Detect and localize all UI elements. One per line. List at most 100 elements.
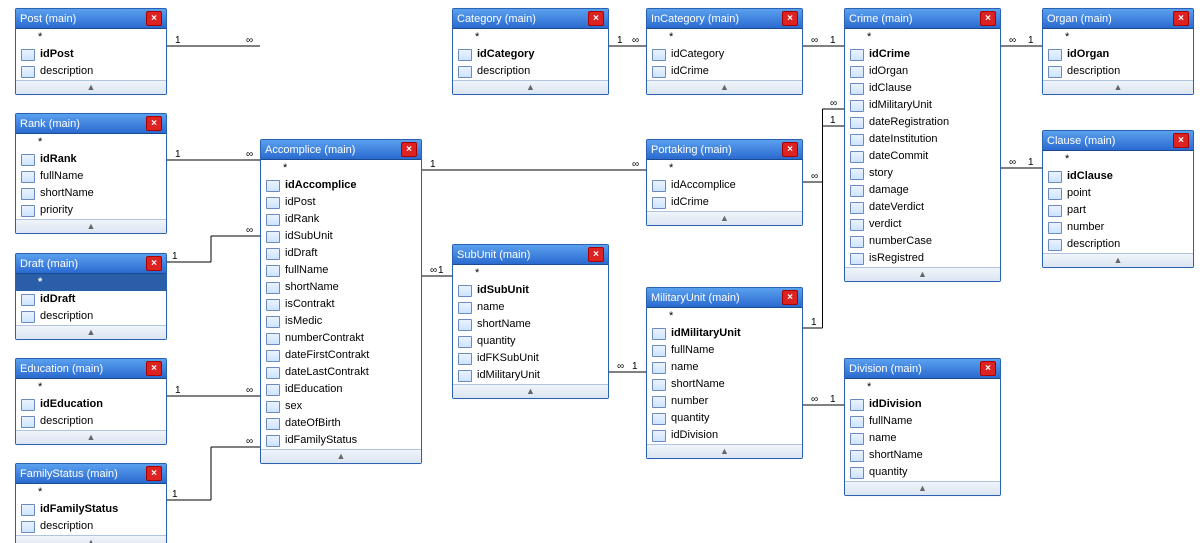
table-subunit[interactable]: SubUnit (main)×*idSubUnitnameshortNamequ…	[452, 244, 609, 399]
table-title[interactable]: Category (main)×	[453, 9, 608, 29]
field-idsubunit[interactable]: idSubUnit	[261, 228, 421, 245]
field-point[interactable]: point	[1043, 185, 1193, 202]
table-footer-collapse[interactable]: ▲	[16, 80, 166, 94]
field-quantity[interactable]: quantity	[647, 410, 802, 427]
field-all-columns[interactable]: *	[845, 29, 1000, 46]
table-title[interactable]: Education (main)×	[16, 359, 166, 379]
field-ideducation[interactable]: idEducation	[261, 381, 421, 398]
field-idcategory[interactable]: idCategory	[647, 46, 802, 63]
field-all-columns[interactable]: *	[1043, 29, 1193, 46]
table-footer-collapse[interactable]: ▲	[453, 80, 608, 94]
close-icon[interactable]: ×	[782, 290, 798, 305]
field-all-columns[interactable]: *	[453, 29, 608, 46]
field-idcrime[interactable]: idCrime	[647, 63, 802, 80]
table-clause[interactable]: Clause (main)×*idClausepointpartnumberde…	[1042, 130, 1194, 268]
field-fullname[interactable]: fullName	[261, 262, 421, 279]
close-icon[interactable]: ×	[146, 256, 162, 271]
table-title[interactable]: InCategory (main)×	[647, 9, 802, 29]
table-title[interactable]: Accomplice (main)×	[261, 140, 421, 160]
table-category[interactable]: Category (main)×*idCategorydescription▲	[452, 8, 609, 95]
table-footer-collapse[interactable]: ▲	[16, 430, 166, 444]
table-portaking[interactable]: Portaking (main)×*idAccompliceidCrime▲	[646, 139, 803, 226]
field-idfksubunit[interactable]: idFKSubUnit	[453, 350, 608, 367]
field-idaccomplice[interactable]: idAccomplice	[647, 177, 802, 194]
table-title[interactable]: Post (main)×	[16, 9, 166, 29]
field-numbercase[interactable]: numberCase	[845, 233, 1000, 250]
field-name[interactable]: name	[453, 299, 608, 316]
table-footer-collapse[interactable]: ▲	[16, 325, 166, 339]
table-footer-collapse[interactable]: ▲	[261, 449, 421, 463]
field-all-columns[interactable]: *	[845, 379, 1000, 396]
table-title[interactable]: FamilyStatus (main)×	[16, 464, 166, 484]
field-all-columns[interactable]: *	[16, 274, 166, 291]
field-verdict[interactable]: verdict	[845, 216, 1000, 233]
field-idfamilystatus[interactable]: idFamilyStatus	[261, 432, 421, 449]
close-icon[interactable]: ×	[146, 116, 162, 131]
table-rank[interactable]: Rank (main)×*idRankfullNameshortNameprio…	[15, 113, 167, 234]
field-idsubunit[interactable]: idSubUnit	[453, 282, 608, 299]
table-organ[interactable]: Organ (main)×*idOrgandescription▲	[1042, 8, 1194, 95]
close-icon[interactable]: ×	[146, 361, 162, 376]
table-footer-collapse[interactable]: ▲	[647, 80, 802, 94]
field-name[interactable]: name	[845, 430, 1000, 447]
field-quantity[interactable]: quantity	[453, 333, 608, 350]
field-fullname[interactable]: fullName	[16, 168, 166, 185]
close-icon[interactable]: ×	[782, 11, 798, 26]
field-iddivision[interactable]: idDivision	[845, 396, 1000, 413]
field-name[interactable]: name	[647, 359, 802, 376]
field-shortname[interactable]: shortName	[16, 185, 166, 202]
table-footer-collapse[interactable]: ▲	[453, 384, 608, 398]
field-idpost[interactable]: idPost	[261, 194, 421, 211]
field-description[interactable]: description	[453, 63, 608, 80]
table-title[interactable]: Rank (main)×	[16, 114, 166, 134]
close-icon[interactable]: ×	[401, 142, 417, 157]
table-footer-collapse[interactable]: ▲	[647, 444, 802, 458]
field-dateinstitution[interactable]: dateInstitution	[845, 131, 1000, 148]
field-iddivision[interactable]: idDivision	[647, 427, 802, 444]
field-idclause[interactable]: idClause	[1043, 168, 1193, 185]
field-all-columns[interactable]: *	[16, 134, 166, 151]
field-ideducation[interactable]: idEducation	[16, 396, 166, 413]
close-icon[interactable]: ×	[1173, 11, 1189, 26]
field-all-columns[interactable]: *	[647, 29, 802, 46]
field-number[interactable]: number	[1043, 219, 1193, 236]
field-idmilitaryunit[interactable]: idMilitaryUnit	[647, 325, 802, 342]
field-isregistred[interactable]: isRegistred	[845, 250, 1000, 267]
field-description[interactable]: description	[1043, 63, 1193, 80]
table-post[interactable]: Post (main)×*idPostdescription▲	[15, 8, 167, 95]
field-all-columns[interactable]: *	[16, 29, 166, 46]
table-footer-collapse[interactable]: ▲	[1043, 253, 1193, 267]
table-title[interactable]: SubUnit (main)×	[453, 245, 608, 265]
field-fullname[interactable]: fullName	[845, 413, 1000, 430]
table-footer-collapse[interactable]: ▲	[647, 211, 802, 225]
field-idcategory[interactable]: idCategory	[453, 46, 608, 63]
field-idcrime[interactable]: idCrime	[845, 46, 1000, 63]
field-idmilitaryunit[interactable]: idMilitaryUnit	[845, 97, 1000, 114]
field-story[interactable]: story	[845, 165, 1000, 182]
table-footer-collapse[interactable]: ▲	[1043, 80, 1193, 94]
field-description[interactable]: description	[16, 518, 166, 535]
field-dateverdict[interactable]: dateVerdict	[845, 199, 1000, 216]
field-datefirstcontrakt[interactable]: dateFirstContrakt	[261, 347, 421, 364]
field-numbercontrakt[interactable]: numberContrakt	[261, 330, 421, 347]
field-description[interactable]: description	[1043, 236, 1193, 253]
field-description[interactable]: description	[16, 413, 166, 430]
field-shortname[interactable]: shortName	[261, 279, 421, 296]
field-all-columns[interactable]: *	[647, 308, 802, 325]
field-idorgan[interactable]: idOrgan	[845, 63, 1000, 80]
table-footer-collapse[interactable]: ▲	[845, 481, 1000, 495]
table-title[interactable]: Organ (main)×	[1043, 9, 1193, 29]
table-accomplice[interactable]: Accomplice (main)×*idAccompliceidPostidR…	[260, 139, 422, 464]
close-icon[interactable]: ×	[1173, 133, 1189, 148]
field-idaccomplice[interactable]: idAccomplice	[261, 177, 421, 194]
table-incategory[interactable]: InCategory (main)×*idCategoryidCrime▲	[646, 8, 803, 95]
field-priority[interactable]: priority	[16, 202, 166, 219]
table-footer-collapse[interactable]: ▲	[16, 219, 166, 233]
field-number[interactable]: number	[647, 393, 802, 410]
field-datecommit[interactable]: dateCommit	[845, 148, 1000, 165]
field-idrank[interactable]: idRank	[261, 211, 421, 228]
field-fullname[interactable]: fullName	[647, 342, 802, 359]
field-description[interactable]: description	[16, 63, 166, 80]
table-title[interactable]: Portaking (main)×	[647, 140, 802, 160]
field-all-columns[interactable]: *	[261, 160, 421, 177]
